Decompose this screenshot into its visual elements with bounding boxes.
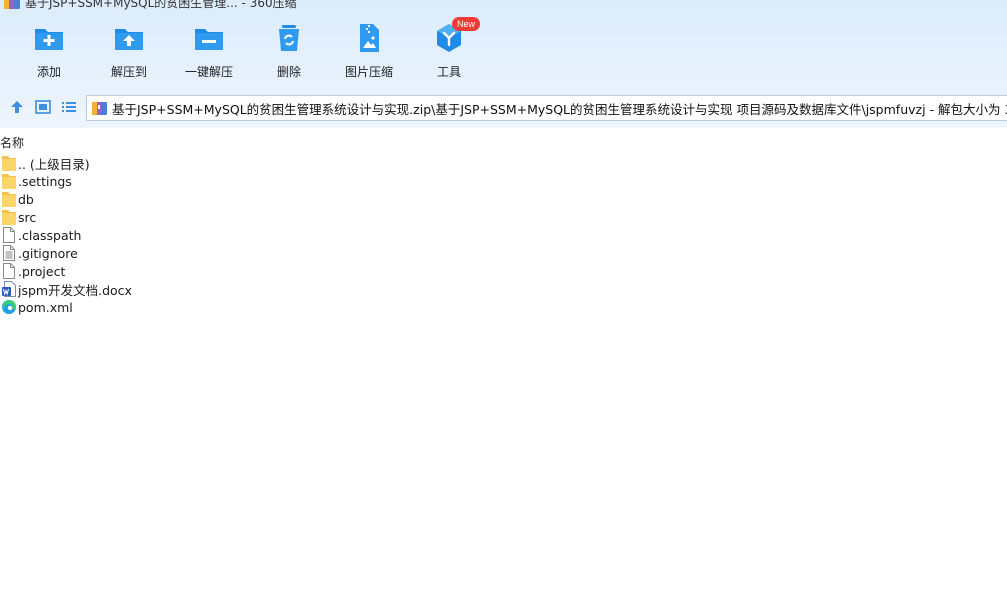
tools-button[interactable]: 工具 — [409, 22, 489, 80]
new-badge: New — [452, 17, 481, 31]
address-path: 基于JSP+SSM+MySQL的贫困生管理系统设计与实现.zip\基于JSP+S… — [112, 101, 1007, 117]
file-name: db — [18, 191, 34, 207]
one-click-extract-button[interactable]: 一键解压 — [169, 22, 249, 80]
text-file-icon — [3, 245, 15, 261]
list-item-parent-directory[interactable]: .. (上级目录) — [0, 154, 300, 172]
list-item-db[interactable]: db — [0, 190, 300, 208]
list-item-src[interactable]: src — [0, 208, 300, 226]
image-compress-label: 图片压缩 — [344, 65, 393, 79]
extract-to-folder-icon — [115, 29, 143, 50]
up-arrow-icon[interactable] — [8, 98, 26, 116]
address-bar[interactable]: 基于JSP+SSM+MySQL的贫困生管理系统设计与实现.zip\基于JSP+S… — [86, 95, 1007, 121]
list-item-docx[interactable]: jspm开发文档.docx — [0, 280, 300, 298]
blank-file-icon — [3, 227, 15, 243]
file-name: .gitignore — [18, 245, 78, 261]
recycle-bin-icon — [279, 25, 299, 51]
file-list: .. (上级目录) .settings db src .classpath .g… — [0, 154, 300, 316]
list-item-project[interactable]: .project — [0, 262, 300, 280]
edge-browser-icon — [2, 300, 17, 314]
one-click-extract-label: 一键解压 — [184, 65, 233, 79]
one-click-extract-icon — [195, 29, 223, 50]
file-name: .project — [18, 263, 66, 279]
add-folder-icon — [35, 29, 63, 50]
add-button[interactable]: 添加 — [9, 22, 89, 80]
add-label: 添加 — [36, 65, 61, 79]
folder-icon — [2, 192, 16, 207]
list-item-classpath[interactable]: .classpath — [0, 226, 300, 244]
list-item-gitignore[interactable]: .gitignore — [0, 244, 300, 262]
title-bar: 基于JSP+SSM+MySQL的贫困生管理... - 360压缩 — [0, 0, 297, 10]
list-item-settings[interactable]: .settings — [0, 172, 300, 190]
folder-icon — [2, 156, 16, 171]
file-name: .. (上级目录) — [18, 156, 90, 172]
archive-app-icon — [4, 0, 20, 9]
file-name: jspm开发文档.docx — [18, 282, 132, 298]
top-bar: 基于JSP+SSM+MySQL的贫困生管理... - 360压缩 添加 解压到 — [0, 0, 1007, 128]
address-row: 基于JSP+SSM+MySQL的贫困生管理系统设计与实现.zip\基于JSP+S… — [0, 94, 1007, 122]
file-name: .settings — [18, 173, 72, 189]
blank-file-icon — [3, 263, 15, 279]
list-view-icon[interactable] — [60, 98, 78, 116]
word-document-icon — [2, 281, 16, 297]
thumbnail-view-icon[interactable] — [34, 98, 52, 116]
image-compress-button[interactable]: 图片压缩 — [329, 22, 409, 80]
app-window: 基于JSP+SSM+MySQL的贫困生管理... - 360压缩 添加 解压到 — [0, 0, 1007, 610]
window-title: 基于JSP+SSM+MySQL的贫困生管理... - 360压缩 — [25, 0, 297, 10]
delete-label: 删除 — [276, 65, 301, 79]
file-name: pom.xml — [18, 299, 73, 315]
delete-button[interactable]: 删除 — [249, 22, 329, 80]
column-header-name[interactable]: 名称 — [0, 134, 24, 151]
image-compress-icon — [360, 24, 379, 52]
folder-icon — [2, 174, 16, 189]
extract-to-label: 解压到 — [110, 65, 147, 79]
extract-to-button[interactable]: 解压到 — [89, 22, 169, 80]
folder-icon — [2, 210, 16, 225]
list-item-pom-xml[interactable]: pom.xml — [0, 298, 300, 316]
file-name: src — [18, 209, 37, 225]
file-name: .classpath — [18, 227, 82, 243]
zip-archive-icon — [92, 102, 107, 115]
tools-label: 工具 — [436, 65, 461, 79]
